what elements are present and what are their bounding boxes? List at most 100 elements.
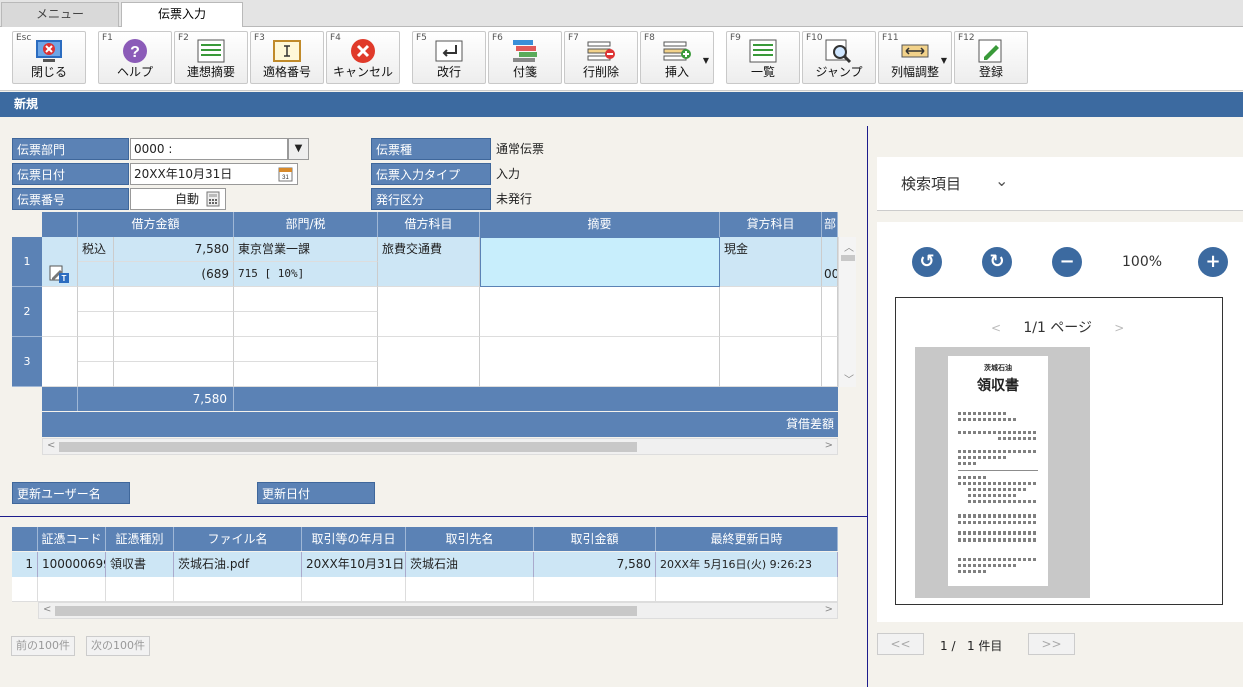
debit-account-cell[interactable] — [378, 337, 480, 387]
evidence-amount-cell[interactable]: 7,580 — [534, 552, 656, 577]
scroll-left-icon[interactable]: < — [47, 440, 55, 451]
evidence-empty-cell[interactable] — [106, 577, 174, 602]
evidence-code-cell[interactable]: 100000699 — [38, 552, 106, 577]
prev-100-button[interactable]: 前の100件 — [11, 636, 75, 656]
search-items-toggle[interactable]: 検索項目 ⌄ — [877, 157, 1243, 211]
newline-button[interactable]: F5 改行 — [412, 31, 486, 84]
evidence-empty-cell[interactable] — [174, 577, 302, 602]
evidence-header-updated[interactable]: 最終更新日時 — [656, 527, 838, 551]
chevron-down-icon[interactable]: ⌄ — [995, 171, 1008, 190]
grid-vertical-scrollbar[interactable]: ︿ ﹀ — [838, 237, 856, 387]
last-record-button[interactable]: >> — [1028, 633, 1075, 655]
prev-page-icon[interactable]: < — [991, 321, 1001, 335]
rotate-left-icon[interactable]: ↺ — [912, 247, 942, 277]
debit-account-cell[interactable]: 旅費交通費 — [378, 237, 480, 287]
scroll-up-icon[interactable]: ︿ — [844, 239, 854, 254]
evidence-file-cell[interactable]: 茨城石油.pdf — [174, 552, 302, 577]
evidence-updated-cell[interactable]: 20XX年 5月16日(火) 9:26:23 — [656, 552, 838, 577]
tax-code-cell[interactable]: 715 [ 10%] — [234, 262, 378, 287]
debit-amount-cell[interactable]: 7,580 — [114, 237, 234, 262]
column-width-button[interactable]: F11 ▼ 列幅調整 — [878, 31, 952, 84]
extra-cell[interactable]: 00 — [822, 237, 838, 287]
credit-account-cell[interactable] — [720, 287, 822, 337]
row-number[interactable]: 1 — [12, 237, 42, 287]
grid-header-dept-tax[interactable]: 部門/税 — [234, 212, 378, 237]
tax-type-sub-cell[interactable] — [78, 312, 114, 337]
row-number[interactable]: 2 — [12, 287, 42, 337]
zoom-in-icon[interactable]: + — [1198, 247, 1228, 277]
scroll-left-icon[interactable]: < — [43, 604, 51, 615]
memo-cell[interactable] — [480, 287, 720, 337]
dept-cell[interactable]: 東京営業一課 — [234, 237, 378, 262]
register-button[interactable]: F12 登録 — [954, 31, 1028, 84]
evidence-empty-cell[interactable] — [406, 577, 534, 602]
evidence-date-cell[interactable]: 20XX年10月31日 — [302, 552, 406, 577]
jump-button[interactable]: F10 ジャンプ — [802, 31, 876, 84]
dept-cell[interactable] — [234, 287, 378, 312]
grid-header-memo[interactable]: 摘要 — [480, 212, 720, 237]
evidence-empty-cell[interactable] — [656, 577, 838, 602]
tax-amount-cell[interactable]: (689 — [114, 262, 234, 287]
memo-input-cell[interactable] — [480, 237, 720, 287]
dept-cell[interactable] — [234, 337, 378, 362]
scroll-right-icon[interactable]: > — [825, 604, 833, 615]
evidence-empty-cell[interactable] — [302, 577, 406, 602]
tax-amount-cell[interactable] — [114, 362, 234, 387]
grid-horizontal-scrollbar[interactable]: < > — [42, 438, 838, 455]
evidence-header-type[interactable]: 証憑種別 — [106, 527, 174, 551]
rotate-right-icon[interactable]: ↻ — [982, 247, 1012, 277]
evidence-empty-cell[interactable] — [12, 577, 38, 602]
list-view-button[interactable]: F9 一覧 — [726, 31, 800, 84]
help-button[interactable]: F1 ? ヘルプ — [98, 31, 172, 84]
debit-amount-cell[interactable] — [114, 337, 234, 362]
close-button[interactable]: Esc 閉じる — [12, 31, 86, 84]
sticky-note-button[interactable]: F6 付箋 — [488, 31, 562, 84]
grid-header-debit-amount[interactable]: 借方金額 — [78, 212, 234, 237]
scroll-right-icon[interactable]: > — [825, 440, 833, 451]
evidence-row-number[interactable]: 1 — [12, 552, 38, 577]
tax-amount-cell[interactable] — [114, 312, 234, 337]
delete-row-button[interactable]: F7 行削除 — [564, 31, 638, 84]
tab-menu[interactable]: メニュー — [1, 2, 119, 27]
calculator-icon[interactable] — [206, 191, 220, 207]
tax-code-cell[interactable] — [234, 312, 378, 337]
associative-memo-button[interactable]: F2 連想摘要 — [174, 31, 248, 84]
evidence-empty-cell[interactable] — [534, 577, 656, 602]
qualified-number-button[interactable]: F3 適格番号 — [250, 31, 324, 84]
tax-type-sub-cell[interactable] — [78, 262, 114, 287]
dept-dropdown-icon[interactable]: ▼ — [288, 138, 309, 160]
tax-type-cell[interactable] — [78, 337, 114, 362]
memo-cell[interactable] — [480, 337, 720, 387]
tax-type-cell[interactable]: 税込 — [78, 237, 114, 262]
evidence-header-code[interactable]: 証憑コード — [38, 527, 106, 551]
next-100-button[interactable]: 次の100件 — [86, 636, 150, 656]
receipt-image[interactable]: 茨城石油 領収書 — [948, 356, 1048, 586]
tax-code-cell[interactable] — [234, 362, 378, 387]
zoom-out-icon[interactable]: − — [1052, 247, 1082, 277]
evidence-header-date[interactable]: 取引等の年月日 — [302, 527, 406, 551]
credit-account-cell[interactable] — [720, 337, 822, 387]
date-input[interactable]: 20XX年10月31日 — [130, 163, 298, 185]
dept-select[interactable]: 0000 : — [130, 138, 288, 160]
scroll-down-icon[interactable]: ﹀ — [844, 371, 854, 386]
first-record-button[interactable]: << — [877, 633, 924, 655]
debit-account-cell[interactable] — [378, 287, 480, 337]
evidence-header-partner[interactable]: 取引先名 — [406, 527, 534, 551]
edit-attach-icon[interactable]: T — [48, 264, 70, 284]
grid-header-credit-account[interactable]: 貸方科目 — [720, 212, 822, 237]
evidence-type-cell[interactable]: 領収書 — [106, 552, 174, 577]
grid-header-debit-account[interactable]: 借方科目 — [378, 212, 480, 237]
insert-button[interactable]: F8 ▼ 挿入 — [640, 31, 714, 84]
debit-amount-cell[interactable] — [114, 287, 234, 312]
tab-voucher-entry[interactable]: 伝票入力 — [121, 2, 243, 28]
next-page-icon[interactable]: > — [1114, 321, 1124, 335]
tax-type-cell[interactable] — [78, 287, 114, 312]
calendar-icon[interactable]: 31 — [278, 166, 293, 182]
evidence-header-amount[interactable]: 取引金額 — [534, 527, 656, 551]
credit-account-cell[interactable]: 現金 — [720, 237, 822, 287]
evidence-empty-cell[interactable] — [38, 577, 106, 602]
extra-cell[interactable] — [822, 337, 838, 387]
grid-header-extra[interactable]: 部 — [822, 212, 838, 237]
extra-cell[interactable] — [822, 287, 838, 337]
evidence-header-file[interactable]: ファイル名 — [174, 527, 302, 551]
